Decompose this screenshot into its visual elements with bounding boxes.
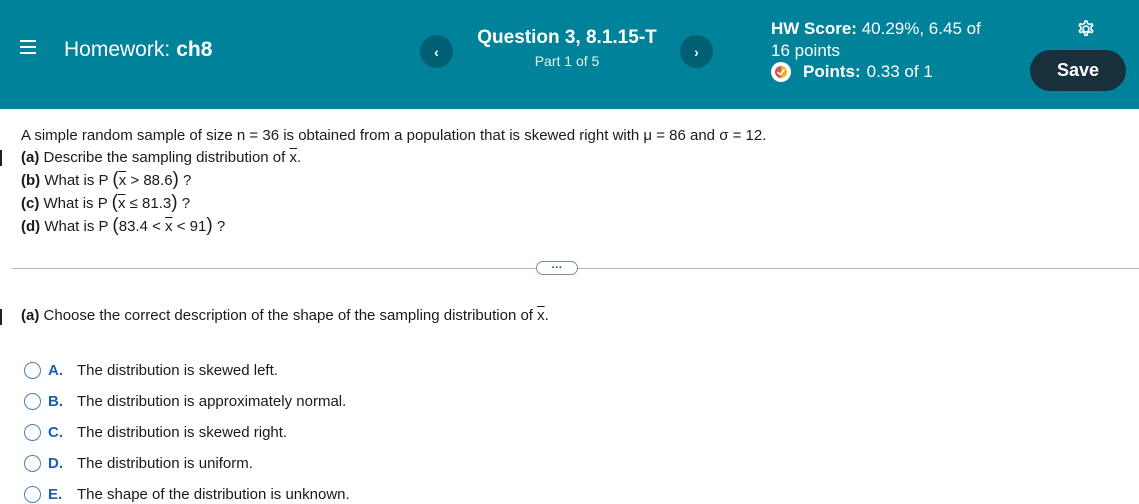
settings-gear-icon[interactable] xyxy=(1074,17,1098,41)
part-d-after: < 91 xyxy=(172,218,207,235)
save-button[interactable]: Save xyxy=(1030,50,1126,91)
question-letter: (a) xyxy=(21,307,40,324)
previous-question-button[interactable]: ‹ xyxy=(420,35,453,68)
question-mark: ? xyxy=(181,195,191,212)
part-d-before: 83.4 < xyxy=(118,218,166,235)
part-c-prefix: What is P xyxy=(43,195,108,212)
question-end: . xyxy=(544,307,549,324)
problem-statement: A simple random sample of size n = 36 is… xyxy=(21,125,766,238)
partial-credit-icon xyxy=(771,62,791,82)
part-a-text: Describe the sampling distribution of xyxy=(43,149,286,166)
expand-collapse-button[interactable]: ··· xyxy=(536,261,578,275)
question-part: Part 1 of 5 xyxy=(534,53,600,69)
choice-letter: D. xyxy=(48,455,63,472)
hw-score: HW Score: 40.29%, 6.45 of 16 points xyxy=(771,18,1011,62)
close-paren: ) xyxy=(206,215,213,236)
homework-label: Homework: xyxy=(64,38,171,61)
radio-button[interactable] xyxy=(24,424,41,441)
radio-button[interactable] xyxy=(24,393,41,410)
hw-score-total: 16 points xyxy=(771,41,840,60)
problem-part-b: (b) What is P (x > 88.6) ? xyxy=(21,169,766,192)
question-text: Choose the correct description of the sh… xyxy=(43,307,533,324)
choice-letter: E. xyxy=(48,486,63,503)
hw-score-value: 40.29%, 6.45 of xyxy=(861,19,981,38)
radio-button[interactable] xyxy=(24,362,41,379)
part-a-letter: (a) xyxy=(21,149,40,166)
homework-name: ch8 xyxy=(176,38,213,61)
choice-b[interactable]: B. The distribution is approximately nor… xyxy=(24,386,350,417)
part-c-expr: ≤ 81.3 xyxy=(125,195,172,212)
problem-part-d: (d) What is P (83.4 < x < 91) ? xyxy=(21,215,766,238)
top-bar: Homework: ch8 ‹ Question 3, 8.1.15-T Part… xyxy=(0,0,1139,109)
xbar-symbol: x xyxy=(289,149,297,166)
chevron-right-icon: › xyxy=(694,43,699,60)
choice-a[interactable]: A. The distribution is skewed left. xyxy=(24,355,350,386)
part-d-letter: (d) xyxy=(21,218,41,235)
points-value: 0.33 of 1 xyxy=(866,62,933,81)
xbar-symbol: x xyxy=(165,218,173,235)
points-label: Points: xyxy=(803,62,861,81)
problem-intro: A simple random sample of size n = 36 is… xyxy=(21,127,767,144)
part-a-end: . xyxy=(296,149,302,166)
choice-d[interactable]: D. The distribution is uniform. xyxy=(24,448,350,479)
next-question-button[interactable]: › xyxy=(680,35,713,68)
radio-button[interactable] xyxy=(24,486,41,503)
choice-text: The distribution is approximately normal… xyxy=(77,393,347,410)
problem-part-a: (a) Describe the sampling distribution o… xyxy=(21,147,766,169)
left-edge-marker xyxy=(0,309,2,325)
choice-letter: B. xyxy=(48,393,63,410)
question-title: Question 3, 8.1.15-T xyxy=(477,27,657,48)
close-paren: ) xyxy=(171,192,178,213)
choice-text: The distribution is uniform. xyxy=(77,455,253,472)
radio-button[interactable] xyxy=(24,455,41,472)
part-b-expr: > 88.6 xyxy=(126,172,173,189)
problem-part-c: (c) What is P (x ≤ 81.3) ? xyxy=(21,192,766,215)
choice-text: The distribution is skewed right. xyxy=(77,424,288,441)
xbar-symbol: x xyxy=(537,307,545,324)
question-mark: ? xyxy=(183,172,192,189)
points-row: Points: 0.33 of 1 xyxy=(771,62,933,82)
homework-title: Homework: ch8 xyxy=(64,38,212,62)
part-b-prefix: What is P xyxy=(44,172,109,189)
hw-score-label: HW Score: xyxy=(771,19,857,38)
part-d-prefix: What is P xyxy=(44,218,109,235)
part-b-letter: (b) xyxy=(21,172,41,189)
left-edge-marker xyxy=(0,150,2,166)
hamburger-menu-icon[interactable] xyxy=(20,40,36,56)
answer-choices: A. The distribution is skewed left. B. T… xyxy=(24,355,350,504)
choice-letter: A. xyxy=(48,362,63,379)
choice-text: The shape of the distribution is unknown… xyxy=(77,486,350,503)
part-c-letter: (c) xyxy=(21,195,40,212)
chevron-left-icon: ‹ xyxy=(434,43,439,60)
choice-letter: C. xyxy=(48,424,63,441)
question-mark: ? xyxy=(216,218,226,235)
choice-e[interactable]: E. The shape of the distribution is unkn… xyxy=(24,479,350,504)
close-paren: ) xyxy=(172,169,179,190)
choice-c[interactable]: C. The distribution is skewed right. xyxy=(24,417,350,448)
choice-text: The distribution is skewed left. xyxy=(77,362,278,379)
question-prompt: (a) Choose the correct description of th… xyxy=(21,307,549,324)
